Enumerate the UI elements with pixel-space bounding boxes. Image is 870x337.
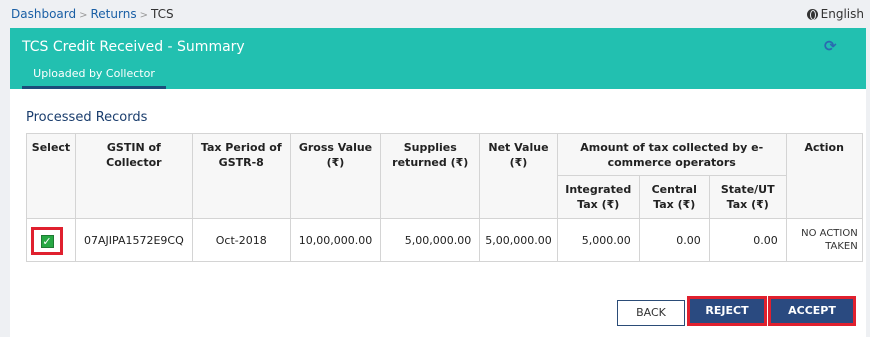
- header-amount-group: Amount of tax collected by e-commerce op…: [556, 133, 787, 176]
- reject-button-highlight: REJECT: [687, 296, 767, 326]
- back-button[interactable]: BACK: [617, 300, 685, 326]
- records-table: Select GSTIN of Collector Tax Period of …: [26, 133, 863, 262]
- header-action: Action: [785, 133, 863, 219]
- breadcrumb-separator-icon: >: [139, 10, 148, 21]
- header-select: Select: [26, 133, 76, 219]
- accept-button[interactable]: ACCEPT: [771, 299, 853, 323]
- table-row: ✓ 07AJIPA1572E9CQ Oct-2018 10,00,000.00 …: [26, 218, 863, 262]
- language-selector[interactable]: English: [806, 7, 864, 21]
- integrated-tax-cell: 5,000.00: [556, 218, 640, 262]
- gstin-cell: 07AJIPA1572E9CQ: [75, 218, 193, 262]
- tax-period-cell: Oct-2018: [191, 218, 291, 262]
- globe-icon: [806, 8, 818, 20]
- header-tax-period: Tax Period of GSTR-8: [191, 133, 291, 219]
- gross-value-cell: 10,00,000.00: [289, 218, 382, 262]
- breadcrumb-dashboard[interactable]: Dashboard: [11, 7, 76, 21]
- tab-uploaded-by-collector[interactable]: Uploaded by Collector: [22, 64, 166, 89]
- action-status-line1: NO ACTION: [801, 228, 858, 239]
- state-tax-cell: 0.00: [708, 218, 787, 262]
- reject-button[interactable]: REJECT: [690, 299, 764, 323]
- breadcrumb-returns[interactable]: Returns: [91, 7, 137, 21]
- checkbox-highlight: ✓: [31, 227, 63, 255]
- refresh-icon[interactable]: ⟳: [824, 39, 838, 54]
- central-tax-cell: 0.00: [638, 218, 710, 262]
- section-title: Processed Records: [26, 110, 148, 125]
- header-gstin: GSTIN of Collector: [75, 133, 193, 219]
- supplies-returned-cell: 5,00,000.00: [380, 218, 481, 262]
- page-title: TCS Credit Received - Summary: [22, 39, 245, 55]
- header-integrated-tax: Integrated Tax (₹): [556, 175, 640, 219]
- language-label: English: [820, 7, 864, 21]
- accept-button-highlight: ACCEPT: [768, 296, 856, 326]
- card-header: TCS Credit Received - Summary ⟳ Uploaded…: [10, 28, 866, 89]
- breadcrumb-separator-icon: >: [79, 10, 88, 21]
- breadcrumb: Dashboard > Returns > TCS: [11, 7, 174, 21]
- net-value-cell: 5,00,000.00: [479, 218, 558, 262]
- select-cell: ✓: [26, 218, 76, 262]
- header-state-tax: State/UT Tax (₹): [708, 175, 787, 219]
- header-supplies-returned: Supplies returned (₹): [380, 133, 481, 219]
- action-status-line2: TAKEN: [825, 241, 858, 252]
- header-central-tax: Central Tax (₹): [638, 175, 710, 219]
- action-cell: NO ACTION TAKEN: [785, 218, 863, 262]
- header-gross-value: Gross Value (₹): [289, 133, 382, 219]
- row-checkbox[interactable]: ✓: [40, 234, 54, 248]
- breadcrumb-tcs: TCS: [150, 7, 174, 21]
- top-bar: Dashboard > Returns > TCS English: [0, 0, 870, 28]
- main-card: TCS Credit Received - Summary ⟳ Uploaded…: [10, 28, 866, 337]
- header-net-value: Net Value (₹): [479, 133, 558, 219]
